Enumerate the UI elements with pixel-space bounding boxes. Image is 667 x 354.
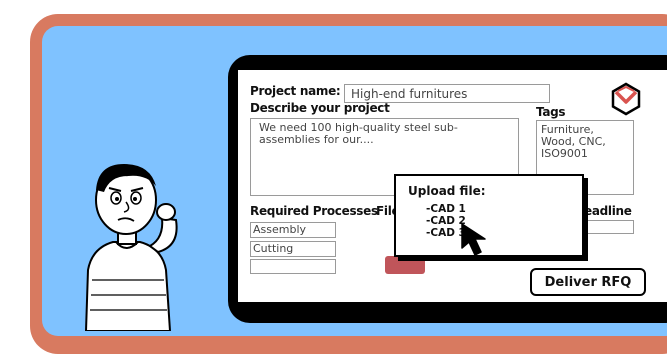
tags-label: Tags (536, 105, 566, 119)
deadline-label: eadline (584, 204, 632, 218)
upload-popup-title: Upload file: (408, 184, 486, 198)
deliver-rfq-button[interactable]: Deliver RFQ (530, 268, 646, 296)
illustration-stage: Project name: High-end furnitures Descri… (0, 0, 667, 354)
mouse-pointer-icon (461, 223, 486, 256)
process-input-empty[interactable] (250, 259, 336, 274)
process-input-assembly[interactable]: Assembly (250, 222, 336, 238)
project-name-label: Project name: (250, 84, 341, 98)
process-input-cutting[interactable]: Cutting (250, 241, 336, 257)
upload-button[interactable] (385, 256, 425, 274)
rfq-form-screen: Project name: High-end furnitures Descri… (238, 70, 667, 302)
describe-project-label: Describe your project (250, 101, 390, 115)
upload-option-cad-1[interactable]: -CAD 1 (426, 203, 466, 215)
brand-logo-icon (611, 82, 641, 116)
thinking-person-illustration (84, 164, 178, 331)
required-processes-label: Required Processes (250, 204, 378, 218)
deadline-input[interactable] (584, 220, 634, 234)
